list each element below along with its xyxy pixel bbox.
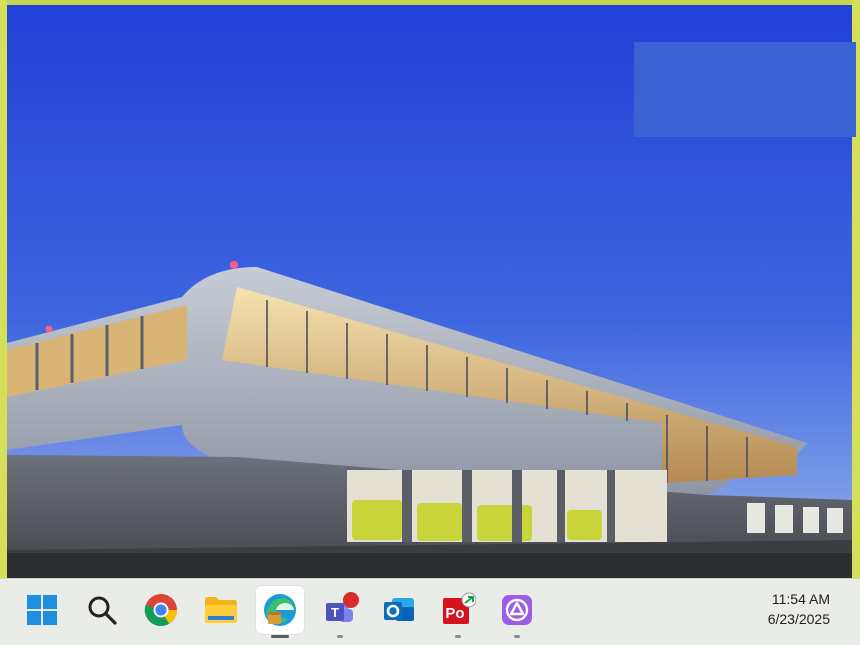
search-icon (88, 596, 117, 625)
desktop-screen: T Po 11:54 AM 6/23/2025 (0, 0, 860, 645)
clock-time: 11:54 AM (771, 591, 830, 607)
svg-text:T: T (331, 605, 339, 620)
outlook-icon (384, 598, 414, 621)
edge-button[interactable] (256, 586, 304, 638)
outlook-button[interactable] (375, 586, 423, 634)
svg-text:Po: Po (445, 605, 464, 622)
acrobat-icon: Po (443, 592, 476, 624)
system-clock[interactable]: 11:54 AM 6/23/2025 (768, 589, 830, 629)
running-indicator (514, 635, 520, 638)
active-indicator (271, 635, 289, 638)
taskbar: T Po 11:54 AM 6/23/2025 (0, 578, 860, 645)
teams-icon: T (326, 592, 359, 622)
folder-icon (205, 597, 237, 623)
windows-logo-icon (27, 595, 57, 625)
app-triangle-icon (502, 595, 532, 625)
blue-overlay-rectangle (634, 42, 856, 137)
running-indicator (337, 635, 343, 638)
teams-button[interactable]: T (316, 586, 364, 638)
app-button[interactable] (493, 586, 541, 638)
chrome-icon (144, 594, 177, 627)
start-button[interactable] (18, 586, 66, 634)
acrobat-button[interactable]: Po (434, 586, 482, 638)
screen-frame-left (0, 0, 7, 578)
clock-date: 6/23/2025 (767, 611, 830, 627)
edge-icon (264, 594, 296, 626)
file-explorer-button[interactable] (197, 586, 245, 634)
running-indicator (455, 635, 461, 638)
chrome-button[interactable] (137, 586, 185, 634)
search-button[interactable] (78, 586, 126, 634)
